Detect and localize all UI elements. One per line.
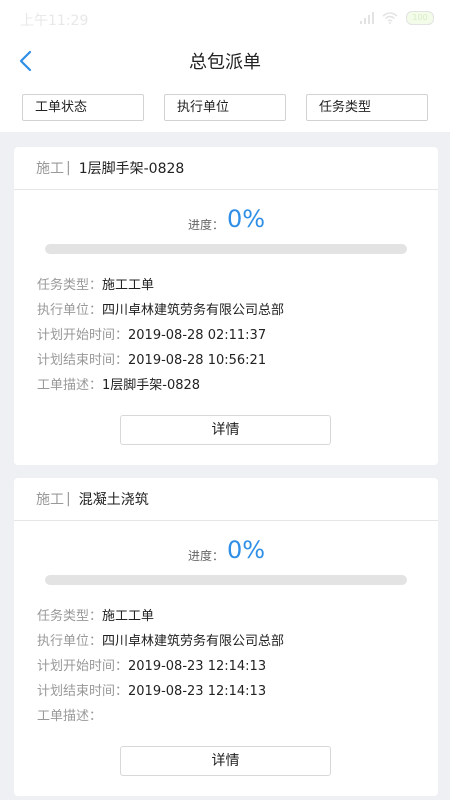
field-planned-start: 计划开始时间：2019-08-23 12:14:13: [37, 659, 267, 674]
status-time: 上午11:29: [20, 13, 89, 29]
card-type: 施工: [36, 492, 64, 508]
field-planned-start: 计划开始时间：2019-08-28 02:11:37: [37, 328, 267, 343]
card-name: 混凝土浇筑: [78, 492, 149, 508]
progress-bar: [45, 575, 407, 585]
filter-work-order-status[interactable]: 工单状态: [22, 94, 144, 121]
battery-icon: 100: [406, 11, 434, 25]
card-type: 施工: [36, 161, 64, 177]
work-order-card: 施工 | 混凝土浇筑 进度： 0% 任务类型：施工工单 执行单位：四川卓林建筑劳…: [14, 478, 438, 796]
signal-icon: [360, 12, 374, 24]
card-name: 1层脚手架-0828: [78, 161, 185, 177]
card-separator: |: [66, 160, 71, 176]
field-description: 工单描述：: [37, 709, 103, 724]
field-task-type: 任务类型：施工工单: [37, 278, 155, 293]
filter-bar: 工单状态 执行单位 任务类型: [0, 86, 450, 132]
card-header: 施工 | 混凝土浇筑: [14, 478, 438, 521]
progress-value: 0%: [227, 536, 266, 564]
wifi-icon: [382, 12, 398, 24]
card-separator: |: [66, 491, 71, 507]
progress-value: 0%: [227, 205, 266, 233]
field-description: 工单描述：1层脚手架-0828: [37, 378, 201, 393]
battery-level: 100: [412, 13, 428, 22]
nav-bar: 总包派单: [0, 36, 450, 86]
work-order-card: 施工 | 1层脚手架-0828 进度： 0% 任务类型：施工工单 执行单位：四川…: [14, 147, 438, 465]
field-task-type: 任务类型：施工工单: [37, 609, 155, 624]
field-planned-end: 计划结束时间：2019-08-28 10:56:21: [37, 353, 267, 368]
field-executing-unit: 执行单位：四川卓林建筑劳务有限公司总部: [37, 634, 285, 649]
progress-label: 进度：: [188, 549, 225, 563]
progress-label: 进度：: [188, 218, 225, 232]
field-planned-end: 计划结束时间：2019-08-23 12:14:13: [37, 684, 267, 699]
filter-task-type[interactable]: 任务类型: [306, 94, 428, 121]
status-bar: 上午11:29 100: [0, 0, 450, 36]
details-button[interactable]: 详情: [120, 746, 331, 776]
filter-executing-unit[interactable]: 执行单位: [164, 94, 286, 121]
details-button[interactable]: 详情: [120, 415, 331, 445]
progress-bar: [45, 244, 407, 254]
field-executing-unit: 执行单位：四川卓林建筑劳务有限公司总部: [37, 303, 285, 318]
card-header: 施工 | 1层脚手架-0828: [14, 147, 438, 190]
status-indicators: 100: [360, 11, 434, 25]
card-fields: 任务类型：施工工单 执行单位：四川卓林建筑劳务有限公司总部 计划开始时间：201…: [37, 604, 284, 729]
page-title: 总包派单: [189, 52, 261, 73]
card-fields: 任务类型：施工工单 执行单位：四川卓林建筑劳务有限公司总部 计划开始时间：201…: [37, 273, 284, 398]
